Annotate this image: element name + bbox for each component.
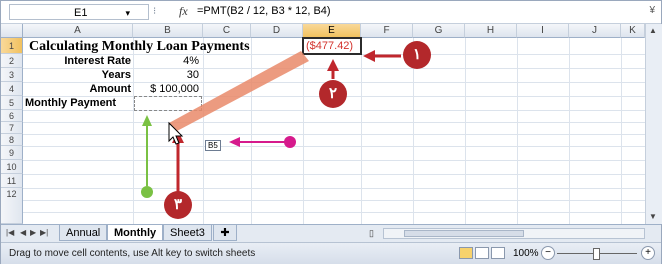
formula-bar: E1 ▾ ⁝ fx =PMT(B2 / 12, B3 * 12, B4) ¥ — [1, 1, 661, 24]
callout-badge-3: ٣ — [164, 191, 192, 219]
new-sheet-icon[interactable]: ✚ — [213, 225, 237, 241]
sheet-nav-next-icon[interactable]: ▶ — [30, 228, 36, 237]
status-bar: Drag to move cell contents, use Alt key … — [1, 242, 661, 264]
label-years[interactable]: Years — [23, 69, 131, 81]
row-header-8[interactable]: 8 — [1, 134, 23, 146]
column-header-d[interactable]: D — [251, 24, 303, 38]
tab-split-handle-icon[interactable]: ▯ — [369, 228, 374, 239]
zoom-out-button[interactable]: − — [541, 246, 555, 260]
green-arrow-head — [142, 115, 152, 126]
row-header-3[interactable]: 3 — [1, 68, 23, 82]
status-message: Drag to move cell contents, use Alt key … — [9, 248, 256, 259]
sheet-title[interactable]: Calculating Monthly Loan Payments — [29, 39, 250, 54]
callout-badge-2: ٢ — [319, 80, 347, 108]
gridline — [23, 212, 645, 213]
value-interest-rate[interactable]: 4% — [133, 55, 199, 67]
zoom-level[interactable]: 100% — [513, 248, 539, 259]
row-header-7[interactable]: 7 — [1, 122, 23, 134]
value-amount[interactable]: $ 100,000 — [133, 83, 199, 95]
gridline — [361, 38, 362, 224]
gridline — [23, 110, 645, 111]
horizontal-scroll-thumb[interactable] — [404, 230, 524, 237]
scroll-up-icon[interactable]: ▲ — [649, 26, 657, 35]
arrow-1-head — [363, 50, 375, 62]
fx-icon[interactable]: fx — [179, 4, 188, 19]
gridline — [465, 38, 466, 224]
column-header-c[interactable]: C — [203, 24, 251, 38]
pmt-result[interactable]: ($477.42) — [306, 40, 353, 52]
gridline — [517, 38, 518, 224]
column-header-f[interactable]: F — [361, 24, 413, 38]
name-box[interactable]: E1 ▾ — [9, 4, 149, 20]
name-box-value: E1 — [74, 7, 88, 19]
row-header-5[interactable]: 5 — [1, 96, 23, 110]
zoom-slider-thumb[interactable] — [593, 248, 600, 260]
callout-badge-1: ١ — [403, 41, 431, 69]
expand-formula-bar-icon[interactable]: ¥ — [649, 5, 655, 16]
gridline — [23, 200, 645, 201]
column-header-g[interactable]: G — [413, 24, 465, 38]
zoom-in-button[interactable]: + — [641, 246, 655, 260]
column-header-b[interactable]: B — [133, 24, 203, 38]
row-header-9[interactable]: 9 — [1, 146, 23, 160]
sheet-tab-sheet3[interactable]: Sheet3 — [163, 225, 212, 241]
sheet-tab-monthly[interactable]: Monthly — [107, 225, 164, 241]
column-header-e[interactable]: E — [303, 24, 361, 38]
gridline — [203, 38, 204, 224]
arrow-2-head — [327, 59, 339, 71]
gridline — [23, 188, 645, 189]
column-header-h[interactable]: H — [465, 24, 517, 38]
page-layout-icon[interactable] — [475, 247, 489, 259]
sheet-nav-prev-icon[interactable]: ◀ — [20, 228, 26, 237]
vertical-scrollbar[interactable]: ▲ ▼ — [645, 24, 662, 224]
dropdown-arrow-icon[interactable]: ▾ — [125, 5, 130, 21]
row-header-4[interactable]: 4 — [1, 82, 23, 96]
row-header-1[interactable]: 1 — [1, 38, 23, 54]
column-header-k[interactable]: K — [621, 24, 645, 38]
label-amount[interactable]: Amount — [23, 83, 131, 95]
label-monthly-payment[interactable]: Monthly Payment — [25, 97, 116, 109]
gridline — [23, 146, 645, 147]
formula-bar-separator: ⁝ — [153, 6, 157, 17]
row-header-6[interactable]: 6 — [1, 110, 23, 122]
column-header-j[interactable]: J — [569, 24, 621, 38]
sheet-tab-annual[interactable]: Annual — [59, 225, 108, 241]
horizontal-scrollbar[interactable] — [383, 228, 645, 239]
page-break-icon[interactable] — [491, 247, 505, 259]
gridline — [23, 160, 645, 161]
drag-tooltip: B5 — [205, 140, 221, 151]
column-header-i[interactable]: I — [517, 24, 569, 38]
scroll-down-icon[interactable]: ▼ — [649, 212, 657, 221]
gridline — [621, 38, 622, 224]
select-all-corner[interactable] — [1, 24, 23, 38]
arrow-3-head — [172, 131, 184, 143]
sheet-nav-last-icon[interactable]: ▶| — [40, 228, 48, 237]
gridline — [23, 122, 645, 123]
sheet-nav-first-icon[interactable]: |◀ — [6, 228, 14, 237]
gridline — [303, 38, 304, 224]
formula-input[interactable]: =PMT(B2 / 12, B3 * 12, B4) — [197, 5, 331, 17]
gridline — [569, 38, 570, 224]
row-header-11[interactable]: 11 — [1, 174, 23, 188]
column-header-a[interactable]: A — [23, 24, 133, 38]
value-years[interactable]: 30 — [133, 69, 199, 81]
label-interest-rate[interactable]: Interest Rate — [23, 55, 131, 67]
row-header-2[interactable]: 2 — [1, 54, 23, 68]
gridline — [251, 38, 252, 224]
gridline — [23, 134, 645, 135]
gridline — [23, 174, 645, 175]
drag-target-outline — [134, 96, 202, 111]
row-header-10[interactable]: 10 — [1, 160, 23, 174]
normal-view-icon[interactable] — [459, 247, 473, 259]
excel-window: E1 ▾ ⁝ fx =PMT(B2 / 12, B3 * 12, B4) ¥ A… — [0, 0, 662, 264]
sheet-tab-bar: |◀ ◀ ▶ ▶| Annual Monthly Sheet3 ✚ ▯ — [1, 224, 661, 242]
row-header-12[interactable]: 12 — [1, 188, 23, 224]
